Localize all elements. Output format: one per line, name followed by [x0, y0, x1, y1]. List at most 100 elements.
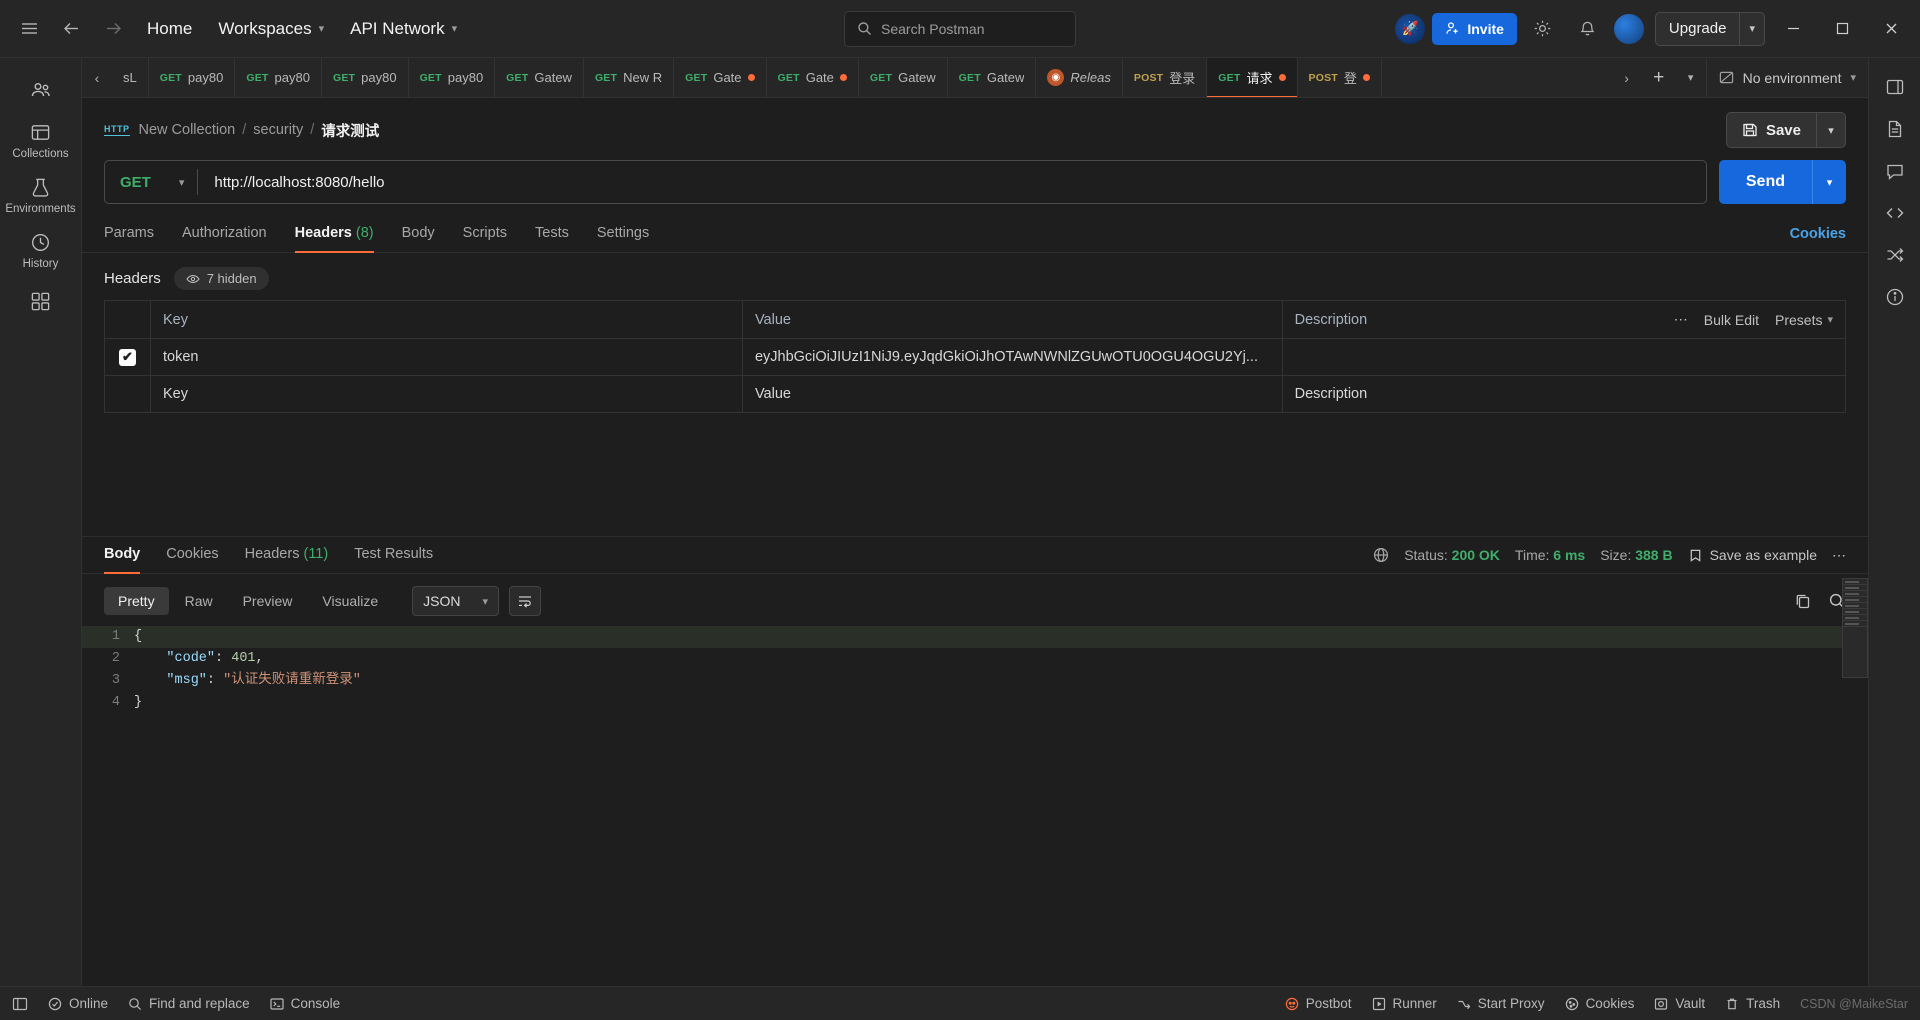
request-tab[interactable]: GET Gate: [767, 58, 859, 97]
ellipsis-icon[interactable]: ⋯: [1832, 547, 1846, 564]
console-button[interactable]: Console: [270, 996, 340, 1011]
view-mode-preview[interactable]: Preview: [229, 587, 307, 615]
send-options-caret-icon[interactable]: ▾: [1812, 160, 1846, 204]
runner-button[interactable]: Runner: [1372, 996, 1437, 1011]
gear-icon[interactable]: [1524, 10, 1562, 48]
table-row[interactable]: ✔ token eyJhbGciOiJIUzI1NiJ9.eyJqdGkiOiJ…: [104, 338, 1847, 376]
url-input[interactable]: [198, 173, 1706, 191]
postbot-button[interactable]: Postbot: [1285, 996, 1352, 1011]
request-tab[interactable]: GET pay80: [409, 58, 496, 97]
row-key[interactable]: token: [150, 338, 743, 376]
avatar[interactable]: [1613, 13, 1644, 44]
forward-arrow-icon[interactable]: [94, 10, 132, 48]
view-mode-pretty[interactable]: Pretty: [104, 587, 169, 615]
row-checkbox[interactable]: ✔: [119, 348, 136, 366]
row-description[interactable]: [1281, 338, 1847, 376]
environment-selector[interactable]: No environment ▾: [1705, 58, 1868, 97]
request-tab[interactable]: GET Gatew: [948, 58, 1037, 97]
request-tab[interactable]: GET Gate: [674, 58, 767, 97]
new-key-input[interactable]: Key: [150, 375, 743, 413]
hidden-headers-pill[interactable]: 7 hidden: [173, 267, 269, 290]
tab-list-caret-icon[interactable]: ▾: [1676, 58, 1706, 97]
tab-body[interactable]: Body: [402, 216, 435, 252]
tab-tests[interactable]: Tests: [535, 216, 569, 252]
request-tab[interactable]: POST 登录: [1123, 58, 1208, 97]
request-tab[interactable]: POST 登: [1298, 58, 1382, 97]
minimize-button[interactable]: [1772, 9, 1814, 49]
row-value[interactable]: eyJhbGciOiJIUzI1NiJ9.eyJqdGkiOiJhOTAwNWN…: [741, 338, 1283, 376]
presets-button[interactable]: Presets ▾: [1775, 312, 1833, 328]
sidebar-panel-icon[interactable]: [1876, 68, 1914, 106]
view-mode-visualize[interactable]: Visualize: [308, 587, 392, 615]
shuffle-icon[interactable]: [1876, 236, 1914, 274]
method-selector[interactable]: GET ▾: [105, 161, 197, 203]
sidebar-item-environments[interactable]: Environments: [5, 169, 76, 222]
view-mode-raw[interactable]: Raw: [171, 587, 227, 615]
maximize-button[interactable]: [1821, 9, 1863, 49]
sidebar-item-apps[interactable]: [8, 280, 74, 323]
info-icon[interactable]: [1876, 278, 1914, 316]
request-tab[interactable]: GET pay80: [235, 58, 322, 97]
document-icon[interactable]: [1876, 110, 1914, 148]
copy-icon[interactable]: [1794, 592, 1812, 610]
code-icon[interactable]: [1876, 194, 1914, 232]
rocket-icon[interactable]: 🚀: [1395, 13, 1426, 44]
request-tab[interactable]: GET pay80: [149, 58, 236, 97]
bulk-edit-button[interactable]: Bulk Edit: [1704, 312, 1759, 328]
bell-icon[interactable]: [1569, 10, 1607, 48]
breadcrumb-collection[interactable]: New Collection: [139, 122, 236, 138]
new-value-input[interactable]: Value: [741, 375, 1283, 413]
cookies-link[interactable]: Cookies: [1790, 226, 1846, 242]
release-tab[interactable]: ◉ Releas: [1036, 58, 1123, 97]
response-tab-body[interactable]: Body: [104, 537, 141, 574]
search-bar[interactable]: [844, 10, 1076, 47]
upgrade-button[interactable]: Upgrade ▾: [1654, 11, 1765, 46]
close-button[interactable]: [1870, 9, 1912, 49]
chevron-right-icon[interactable]: ›: [1612, 58, 1642, 97]
tab-scripts[interactable]: Scripts: [463, 216, 507, 252]
save-button[interactable]: Save: [1725, 112, 1816, 148]
trash-button[interactable]: Trash: [1725, 996, 1780, 1011]
find-and-replace-button[interactable]: Find and replace: [128, 996, 250, 1011]
request-tab[interactable]: GET pay80: [322, 58, 409, 97]
online-status[interactable]: Online: [48, 996, 108, 1011]
ellipsis-icon[interactable]: ⋯: [1674, 311, 1688, 328]
sidebar-item-history[interactable]: History: [8, 224, 74, 277]
new-description-input[interactable]: Description: [1281, 375, 1847, 413]
vault-button[interactable]: Vault: [1654, 996, 1705, 1011]
request-tab[interactable]: GET Gatew: [495, 58, 584, 97]
request-tab-active[interactable]: GET 请求: [1207, 58, 1298, 97]
comment-icon[interactable]: [1876, 152, 1914, 190]
save-options-caret-icon[interactable]: ▾: [1816, 112, 1846, 148]
save-as-example-button[interactable]: Save as example: [1688, 547, 1817, 563]
cookies-button[interactable]: Cookies: [1565, 996, 1634, 1011]
response-tab-cookies[interactable]: Cookies: [166, 537, 218, 573]
request-tab[interactable]: GET Gatew: [859, 58, 948, 97]
sidebar-item-team[interactable]: [8, 68, 74, 112]
format-selector[interactable]: JSON ▾: [412, 586, 500, 616]
tab-params[interactable]: Params: [104, 216, 154, 252]
table-row-empty[interactable]: Key Value Description: [104, 375, 1847, 413]
invite-button[interactable]: Invite: [1432, 12, 1517, 45]
back-arrow-icon[interactable]: [52, 10, 90, 48]
response-body-code[interactable]: 1 { 2 "code": 401, 3 "msg": "认证失败请重新登录" …: [82, 626, 1868, 986]
workspaces-menu[interactable]: Workspaces ▾: [207, 12, 335, 46]
breadcrumb-folder[interactable]: security: [253, 122, 303, 138]
tab-headers[interactable]: Headers (8): [294, 216, 374, 253]
chevron-down-icon[interactable]: ▾: [1740, 22, 1764, 35]
tab-settings[interactable]: Settings: [597, 216, 649, 252]
request-tab[interactable]: sL: [112, 58, 149, 97]
request-tab[interactable]: GET New R: [584, 58, 675, 97]
send-button[interactable]: Send: [1718, 160, 1812, 204]
home-link[interactable]: Home: [136, 12, 203, 46]
response-tab-headers[interactable]: Headers (11): [245, 537, 329, 573]
hamburger-icon[interactable]: [10, 10, 48, 48]
sidebar-item-collections[interactable]: Collections: [8, 114, 74, 167]
chevron-left-icon[interactable]: ‹: [82, 58, 112, 97]
word-wrap-icon[interactable]: [509, 586, 542, 616]
new-tab-button[interactable]: +: [1642, 58, 1676, 97]
tab-authorization[interactable]: Authorization: [182, 216, 267, 252]
search-input[interactable]: [881, 20, 1063, 37]
api-network-menu[interactable]: API Network ▾: [339, 12, 468, 46]
start-proxy-button[interactable]: Start Proxy: [1457, 996, 1545, 1011]
